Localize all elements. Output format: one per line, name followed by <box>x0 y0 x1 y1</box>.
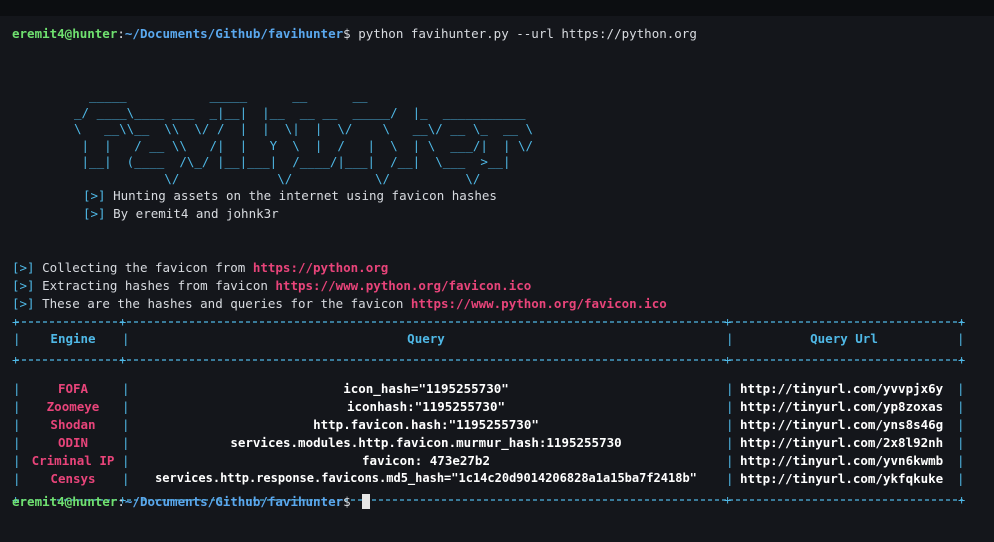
banner-line: \ __\\__ \\ \/ / | | \| | \/ \ __\/ __ \… <box>74 121 534 137</box>
engine-cell: ODIN <box>57 435 89 450</box>
tagline-1: [>] Hunting assets on the internet using… <box>83 188 497 203</box>
query-cell: services.http.response.favicons.md5_hash… <box>155 471 697 485</box>
header-query: Query <box>407 331 445 346</box>
query-cell: icon_hash="1195255730" <box>343 381 509 396</box>
prompt-line-2[interactable]: eremit4@hunter:~/Documents/Github/favihu… <box>12 493 371 511</box>
table-header-row: | Engine | Query | Query Url | <box>13 331 965 346</box>
svg-text:+: + <box>724 493 731 507</box>
prompt-line-1: eremit4@hunter:~/Documents/Github/favihu… <box>12 26 697 41</box>
table-row[interactable]: | FOFA | icon_hash="1195255730" | http:/… <box>0 381 994 399</box>
text-cursor <box>362 494 371 509</box>
engine-cell: Zoomeye <box>46 399 100 414</box>
query-cell: iconhash:"1195255730" <box>346 399 506 414</box>
engine-cell: Shodan <box>50 417 96 432</box>
terminal-window[interactable]: eremit4@hunter:~/Documents/Github/favihu… <box>0 16 994 542</box>
svg-text:+: + <box>958 315 965 329</box>
query-url-cell[interactable]: http://tinyurl.com/yp8zoxas <box>740 399 943 414</box>
message-collecting: [>] Collecting the favicon from https://… <box>12 260 389 275</box>
engine-cell: FOFA <box>57 381 89 396</box>
command-text: python favihunter.py --url https://pytho… <box>358 26 697 41</box>
ascii-banner: _____ _____ __ __ _/ ____\____ ___ _|__| … <box>74 88 533 188</box>
url-link[interactable]: https://www.python.org/favicon.ico <box>275 278 531 293</box>
svg-text:+: + <box>724 353 731 367</box>
svg-text:+: + <box>958 353 965 367</box>
banner-line: |__| (____ /\_/ |__|___| /____/|___| /__… <box>74 154 511 170</box>
results-table: + + + + | Engine | Query | Query Url | + + + +… <box>0 313 994 507</box>
url-link[interactable]: https://python.org <box>253 260 388 275</box>
table-row[interactable]: | ODIN | services.modules.http.favicon.m… <box>0 435 994 453</box>
message-hashes: [>] These are the hashes and queries for… <box>12 296 667 311</box>
query-url-cell[interactable]: http://tinyurl.com/yvvpjx6y <box>740 381 943 396</box>
banner-line: | | / __ \\ /| | Y \ | / | \ | \ ___/| |… <box>74 137 534 153</box>
table-row[interactable]: | Zoomeye | iconhash:"1195255730" | http… <box>0 399 994 417</box>
query-url-cell[interactable]: http://tinyurl.com/2x8l92nh <box>740 435 943 450</box>
banner-line: _/ ____\____ ___ _|__| |__ __ __ _____/ … <box>74 104 526 120</box>
table-row[interactable]: | Shodan | http.favicon.hash:"1195255730… <box>0 417 994 435</box>
header-engine: Engine <box>50 331 96 346</box>
engine-cell: Criminal IP <box>31 453 115 468</box>
banner-line: \/ \/ \/ \/ <box>74 170 481 186</box>
svg-text:+: + <box>12 353 19 367</box>
table-border-separator: + + + + <box>12 351 966 369</box>
svg-text:+: + <box>119 315 126 329</box>
message-extracting: [>] Extracting hashes from favicon https… <box>12 278 532 293</box>
query-url-cell[interactable]: http://tinyurl.com/ykfqkuke <box>740 471 943 486</box>
table-row[interactable]: | Censys | services.http.response.favico… <box>0 471 994 489</box>
query-url-cell[interactable]: http://tinyurl.com/yns8s46g <box>740 417 943 432</box>
banner-line: _____ _____ __ __ <box>74 88 368 103</box>
svg-text:+: + <box>724 315 731 329</box>
tagline-2: [>] By eremit4 and johnk3r <box>83 206 279 221</box>
table-row[interactable]: | Criminal IP | favicon: 473e27b2 | http… <box>0 453 994 471</box>
prompt-symbol: $ <box>343 26 351 41</box>
window-top-bar <box>0 0 994 16</box>
svg-text:+: + <box>119 353 126 367</box>
url-link[interactable]: https://www.python.org/favicon.ico <box>411 296 667 311</box>
engine-cell: Censys <box>50 471 96 486</box>
table-border-top: + + + + <box>12 313 966 331</box>
query-cell: services.modules.http.favicon.murmur_has… <box>230 435 622 450</box>
query-url-cell[interactable]: http://tinyurl.com/yvn6kwmb <box>740 453 943 468</box>
header-query-url: Query Url <box>810 331 878 346</box>
query-cell: favicon: 473e27b2 <box>362 453 490 468</box>
svg-text:+: + <box>958 493 965 507</box>
query-cell: http.favicon.hash:"1195255730" <box>313 417 539 432</box>
prompt-path: ~/Documents/Github/favihunter <box>124 26 344 41</box>
svg-text:+: + <box>12 315 19 329</box>
prompt-user: eremit4@hunter <box>12 26 118 41</box>
